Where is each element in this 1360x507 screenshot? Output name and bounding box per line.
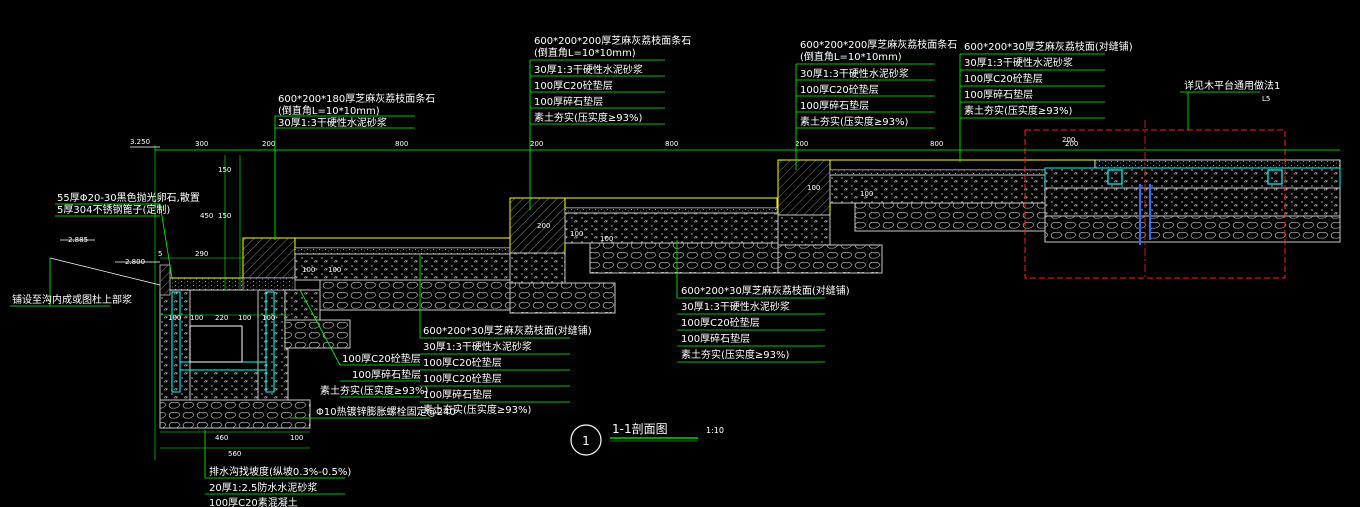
- callout-c8: 600*200*30厚芝麻灰荔枝面(对缝铺) 30厚1:3干硬性水泥砂浆 100…: [681, 284, 850, 361]
- dim-misc-5: 200: [1062, 136, 1075, 144]
- callout-c2-line-1: (倒直角L=10*10mm): [534, 46, 636, 59]
- callout-c7-line-0: 铺设至沟内成或图杜上部浆: [12, 293, 132, 306]
- dim-bottom-2: 560: [228, 450, 241, 458]
- callout-c9-line-4: 100厚碎石垫层: [423, 388, 492, 401]
- dim-small-4: 220: [215, 314, 228, 322]
- section-drawing: 3.250 2.885 2.800 300 200 800 200 800 20…: [10, 34, 1341, 507]
- dim-left-2: 150: [218, 212, 231, 220]
- callout-c6-line-1: 5厚304不锈钢篦子(定制): [57, 203, 170, 216]
- callout-c2-line-4: 100厚碎石垫层: [534, 95, 603, 108]
- callout-c4-line-4: 素土夯实(压实度≥93%): [964, 104, 1073, 117]
- callout-c9-line-0: 600*200*30厚芝麻灰荔枝面(对缝铺): [423, 324, 592, 337]
- dim-top-5: 200: [795, 140, 808, 148]
- callout-c1-line-2: 30厚1:3干硬性水泥砂浆: [278, 116, 387, 129]
- callout-c8-line-2: 100厚C20砼垫层: [681, 316, 760, 329]
- dim-small-3: 100: [190, 314, 203, 322]
- callout-c7: 铺设至沟内成或图杜上部浆: [12, 293, 132, 306]
- callout-c9-line-2: 100厚C20砼垫层: [423, 356, 502, 369]
- dim-small-1: 290: [195, 250, 208, 258]
- callout-c12: 排水沟找坡度(纵坡0.3%-0.5%) 20厚1:2.5防水水泥砂浆 100厚C…: [209, 465, 351, 507]
- dim-top-1: 200: [262, 140, 275, 148]
- callout-c5: 详见木平台通用做法1 L5: [1184, 79, 1280, 103]
- callout-c3-line-0: 600*200*200厚芝麻灰荔枝面条石: [800, 38, 957, 51]
- dim-small-2: 100: [168, 314, 181, 322]
- callout-c12-line-1: 20厚1:2.5防水水泥砂浆: [209, 481, 317, 494]
- dim-left-0: 150: [218, 166, 231, 174]
- dim-small-0: 5: [158, 250, 162, 258]
- callout-c2-line-2: 30厚1:3干硬性水泥砂浆: [534, 63, 643, 76]
- callout-c3-line-1: (倒直角L=10*10mm): [800, 50, 902, 63]
- dim-misc-1: 100: [328, 266, 341, 274]
- callout-c1-line-0: 600*200*180厚芝麻灰荔枝面条石: [278, 92, 435, 105]
- callout-c4-line-2: 100厚C20砼垫层: [964, 72, 1043, 85]
- dim-misc-0: 100: [302, 266, 315, 274]
- callout-c4-line-1: 30厚1:3干硬性水泥砂浆: [964, 56, 1073, 69]
- callout-c6: 55厚Φ20-30黑色抛光卵石,散置 5厚304不锈钢篦子(定制): [57, 191, 200, 216]
- callout-c3-line-2: 30厚1:3干硬性水泥砂浆: [800, 67, 909, 80]
- callout-c8-line-0: 600*200*30厚芝麻灰荔枝面(对缝铺): [681, 284, 850, 297]
- section-title-block: 1 1-1剖面图 1:10: [570, 422, 724, 456]
- dim-top-4: 800: [665, 140, 678, 148]
- dim-top-2: 800: [395, 140, 408, 148]
- dim-top-3: 200: [530, 140, 543, 148]
- dim-small-5: 100: [238, 314, 251, 322]
- section-scale: 1:10: [706, 426, 724, 435]
- dim-bottom-0: 460: [215, 434, 228, 442]
- callout-c8-line-3: 100厚碎石垫层: [681, 332, 750, 345]
- callout-c2: 600*200*200厚芝麻灰荔枝面条石 (倒直角L=10*10mm) 30厚1…: [534, 34, 691, 124]
- callout-c4: 600*200*30厚芝麻灰荔枝面(对缝铺) 30厚1:3干硬性水泥砂浆 100…: [964, 40, 1133, 117]
- callout-c5-line-0: 详见木平台通用做法1: [1184, 79, 1280, 92]
- callout-c8-line-1: 30厚1:3干硬性水泥砂浆: [681, 300, 790, 313]
- cad-canvas: 3.250 2.885 2.800 300 200 800 200 800 20…: [0, 0, 1360, 507]
- callout-c2-line-0: 600*200*200厚芝麻灰荔枝面条石: [534, 34, 691, 47]
- callout-c2-line-5: 素土夯实(压实度≥93%): [534, 111, 643, 124]
- callout-c8-line-4: 素土夯实(压实度≥93%): [681, 348, 790, 361]
- callout-c12-line-2: 100厚C20素混凝土: [209, 496, 298, 507]
- dim-misc-6: 200: [537, 222, 550, 230]
- callout-c5-line-1: L5: [1262, 95, 1270, 103]
- dim-misc-7: 100: [807, 184, 820, 192]
- dim-small-6: 100: [262, 314, 275, 322]
- callout-c12-line-0: 排水沟找坡度(纵坡0.3%-0.5%): [209, 465, 351, 478]
- callout-c11: Φ10热镀锌膨胀螺栓固定@240: [316, 405, 456, 418]
- callout-c1: 600*200*180厚芝麻灰荔枝面条石 (倒直角L=10*10mm) 30厚1…: [278, 92, 435, 129]
- callout-c9-line-1: 30厚1:3干硬性水泥砂浆: [423, 340, 532, 353]
- dim-top-6: 800: [930, 140, 943, 148]
- callout-c9-line-3: 100厚C20砼垫层: [423, 372, 502, 385]
- elevation-1: 3.250: [130, 138, 150, 146]
- elevation-3: 2.800: [125, 258, 145, 266]
- callout-c11-line-0: Φ10热镀锌膨胀螺栓固定@240: [316, 405, 456, 418]
- dim-top-0: 300: [195, 140, 208, 148]
- dim-misc-2: 100: [570, 230, 583, 238]
- callout-c10-line-2: 素土夯实(压实度≥93%): [320, 384, 429, 397]
- section-title: 1-1剖面图: [612, 422, 668, 436]
- dim-misc-4: 100: [860, 190, 873, 198]
- dim-left-1: 450: [200, 212, 213, 220]
- callout-c4-line-3: 100厚碎石垫层: [964, 88, 1033, 101]
- callout-c3-line-4: 100厚碎石垫层: [800, 99, 869, 112]
- callout-c3-line-3: 100厚C20砼垫层: [800, 83, 879, 96]
- callout-c10-line-0: 100厚C20砼垫层: [342, 352, 421, 365]
- callout-c6-line-0: 55厚Φ20-30黑色抛光卵石,散置: [57, 191, 200, 204]
- callout-c10-line-1: 100厚碎石垫层: [352, 368, 421, 381]
- callout-c2-line-3: 100厚C20砼垫层: [534, 79, 613, 92]
- detail-number: 1: [582, 434, 590, 448]
- callout-c3-line-5: 素土夯实(压实度≥93%): [800, 115, 909, 128]
- callout-c3: 600*200*200厚芝麻灰荔枝面条石 (倒直角L=10*10mm) 30厚1…: [800, 38, 957, 128]
- callout-c4-line-0: 600*200*30厚芝麻灰荔枝面(对缝铺): [964, 40, 1133, 53]
- callout-c1-line-1: (倒直角L=10*10mm): [278, 104, 380, 117]
- dim-misc-3: 100: [600, 235, 613, 243]
- dim-bottom-1: 100: [290, 434, 303, 442]
- elevation-2: 2.885: [68, 236, 88, 244]
